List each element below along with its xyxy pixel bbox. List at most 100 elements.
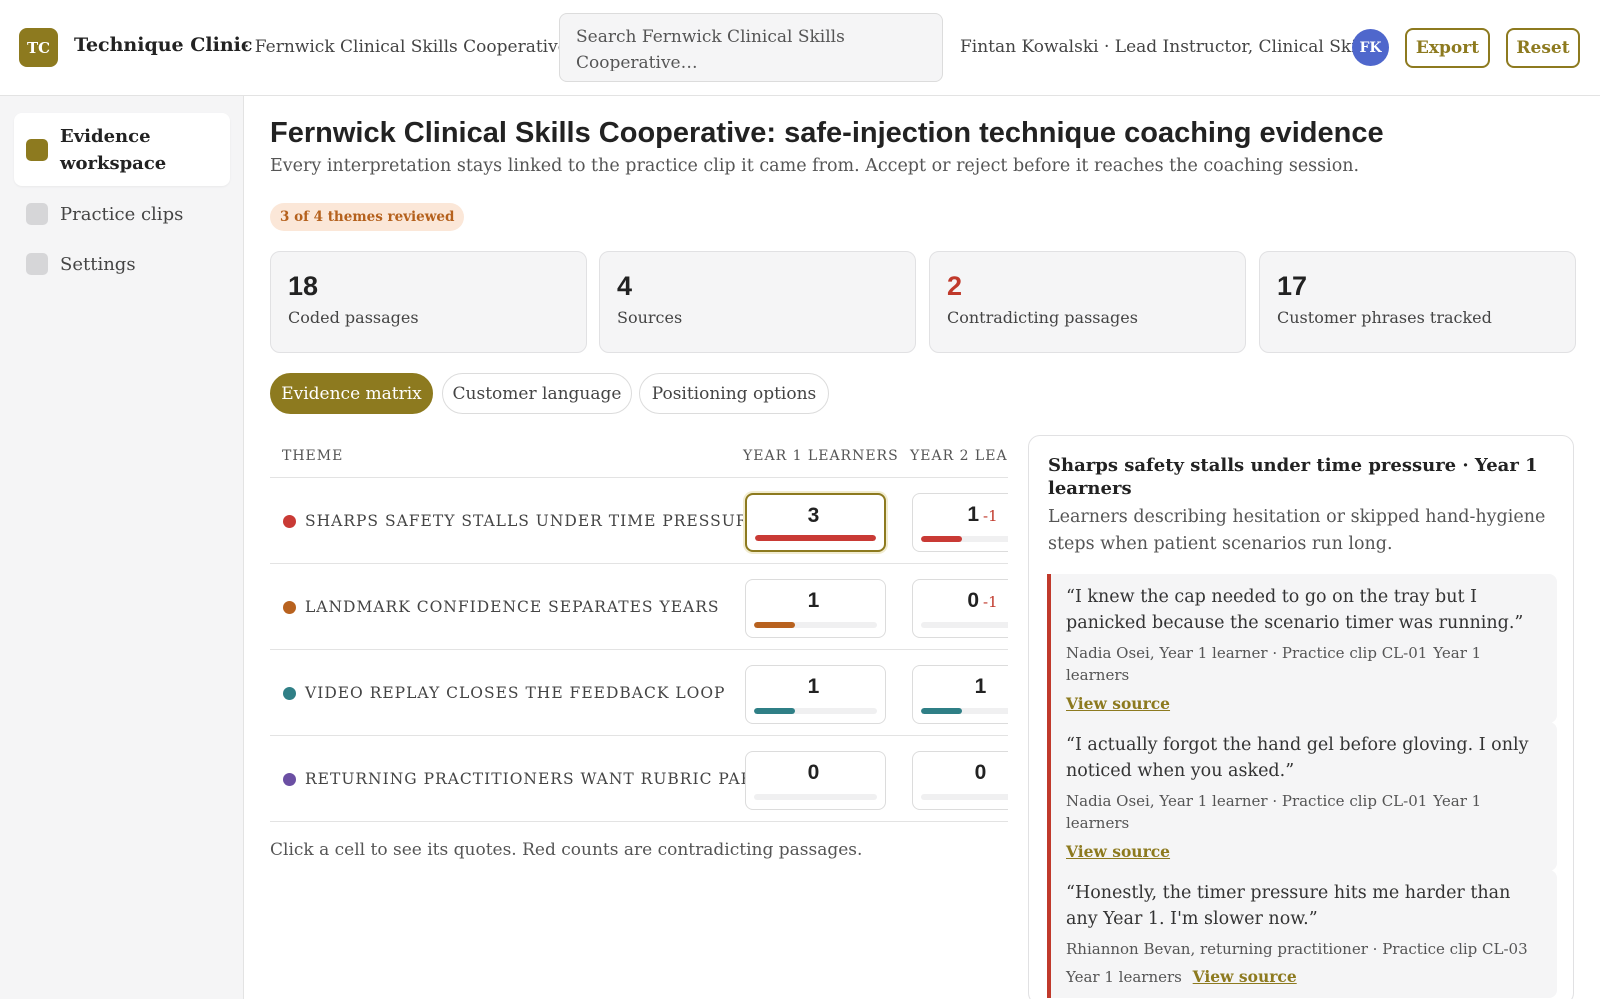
cell-bar-fill [921,708,962,714]
page-title: Fernwick Clinical Skills Cooperative: sa… [270,117,1384,149]
cell-bar-fill [921,536,962,542]
cell-count: 0 [974,761,987,784]
page-subtitle: Every interpretation stays linked to the… [270,156,1360,176]
avatar[interactable]: FK [1352,29,1389,66]
quote-card: “I knew the cap needed to go on the tray… [1047,574,1557,723]
search-box[interactable] [559,13,943,82]
quote-card: “Honestly, the timer pressure hits me ha… [1047,870,1557,998]
theme-color-dot [283,687,296,700]
export-button[interactable]: Export [1405,28,1490,68]
matrix-cell[interactable]: 1 [745,665,886,724]
cell-bar [921,536,1008,542]
sidebar-item-label: Settings [60,253,136,275]
panel-title: Sharps safety stalls under time pressure… [1048,455,1538,499]
view-source-link[interactable]: View source [1066,694,1170,713]
theme-label: VIDEO REPLAY CLOSES THE FEEDBACK LOOP [305,684,726,702]
tab-positioning-options[interactable]: Positioning options [639,373,829,414]
cell-bar-fill [755,535,876,541]
stat-card-contradicting-passages: 2 Contradicting passages [929,251,1246,353]
theme-color-dot [283,515,296,528]
quote-detail-panel: Sharps safety stalls under time pressure… [1028,435,1574,999]
cell-count: 1 [807,675,820,698]
stat-label: Contradicting passages [947,308,1138,327]
cell-count: 1 -1 [967,503,998,526]
cell-count: 1 [807,589,820,612]
panel-subtitle: Learners describing hesitation or skippe… [1048,507,1546,554]
theme-label: SHARPS SAFETY STALLS UNDER TIME PRESSURE [305,512,761,530]
quote-text: “Honestly, the timer pressure hits me ha… [1066,883,1511,929]
theme-color-dot [283,601,296,614]
cell-bar [755,535,876,541]
stat-value: 2 [947,271,963,301]
stat-label: Coded passages [288,308,419,327]
app-logo: TC [19,28,58,67]
stat-label: Customer phrases tracked [1277,308,1492,327]
quote-cohort: Year 1 learners [1066,968,1182,986]
review-status-badge: 3 of 4 themes reviewed [270,203,465,231]
top-bar: TC Technique Clinic · Fernwick Clinical … [0,0,1600,96]
cell-bar [754,794,877,800]
cell-bar [921,622,1008,628]
sidebar-item-settings[interactable]: Settings [14,244,230,284]
matrix-cell[interactable]: 1 -1 [912,493,1008,552]
stat-card-coded-passages: 18 Coded passages [270,251,587,353]
stat-card-sources: 4 Sources [599,251,916,353]
settings-icon [26,253,48,275]
view-source-link[interactable]: View source [1066,842,1170,861]
cell-bar [921,794,1008,800]
quote-meta: Nadia Osei, Year 1 learner · Practice cl… [1066,644,1482,684]
cell-bar-fill [754,622,795,628]
matrix-cell[interactable]: 3 [745,493,886,552]
sidebar: Evidence workspace Practice clips Settin… [0,96,244,999]
table-row: SHARPS SAFETY STALLS UNDER TIME PRESSURE… [270,478,1008,564]
cell-bar [754,622,877,628]
stat-card-customer-phrases: 17 Customer phrases tracked [1259,251,1576,353]
evidence-workspace-icon [26,138,48,161]
cell-bar [921,708,1008,714]
cell-count: 0 -1 [967,589,998,612]
cell-count: 3 [807,504,820,527]
matrix-cell[interactable]: 0 [912,751,1008,810]
cell-bar-fill [754,708,795,714]
cell-count: 1 [974,675,987,698]
stat-value: 17 [1277,271,1308,301]
matrix-cell[interactable]: 1 [912,665,1008,724]
tab-customer-language[interactable]: Customer language [442,373,632,414]
theme-color-dot [283,773,296,786]
cell-count: 0 [807,761,820,784]
quote-meta: Rhiannon Bevan, returning practitioner ·… [1066,940,1528,958]
table-row: LANDMARK CONFIDENCE SEPARATES YEARS 1 0-… [270,564,1008,650]
sidebar-item-practice-clips[interactable]: Practice clips [14,194,230,234]
evidence-matrix: THEME YEAR 1 LEARNERS YEAR 2 LEARNERS SH… [270,436,1008,826]
quote-meta: Nadia Osei, Year 1 learner · Practice cl… [1066,792,1482,832]
quote-text: “I knew the cap needed to go on the tray… [1066,587,1524,633]
stat-label: Sources [617,308,683,327]
theme-label: RETURNING PRACTITIONERS WANT RUBRIC PARI… [305,770,783,788]
org-breadcrumb: · Fernwick Clinical Skills Cooperative [244,37,568,57]
quote-card: “I actually forgot the hand gel before g… [1047,722,1557,871]
app-title: Technique Clinic [74,34,253,56]
stat-value: 4 [617,271,633,301]
cell-bar [754,708,877,714]
tab-evidence-matrix[interactable]: Evidence matrix [270,373,433,414]
sidebar-item-label: Practice clips [60,203,184,225]
sidebar-item-evidence-workspace[interactable]: Evidence workspace [14,113,230,186]
sidebar-item-label: Evidence workspace [60,125,167,174]
view-source-link[interactable]: View source [1193,967,1297,986]
quote-text: “I actually forgot the hand gel before g… [1066,735,1529,781]
matrix-cell[interactable]: 0 [745,751,886,810]
matrix-cell[interactable]: 0 -1 [912,579,1008,638]
practice-clips-icon [26,203,48,225]
table-row: RETURNING PRACTITIONERS WANT RUBRIC PARI… [270,736,1008,822]
theme-label: LANDMARK CONFIDENCE SEPARATES YEARS [305,598,720,616]
table-row: VIDEO REPLAY CLOSES THE FEEDBACK LOOP 1 … [270,650,1008,736]
search-input[interactable] [576,24,926,71]
column-header-year1: YEAR 1 LEARNERS [743,448,899,464]
column-header-year2: YEAR 2 LEARNERS [910,448,1008,464]
matrix-cell[interactable]: 1 [745,579,886,638]
column-header-theme: THEME [282,448,344,464]
contradict-count: -1 [983,593,998,611]
contradict-count: -1 [983,507,998,525]
reset-button[interactable]: Reset [1506,28,1580,68]
stat-value: 18 [288,271,319,301]
